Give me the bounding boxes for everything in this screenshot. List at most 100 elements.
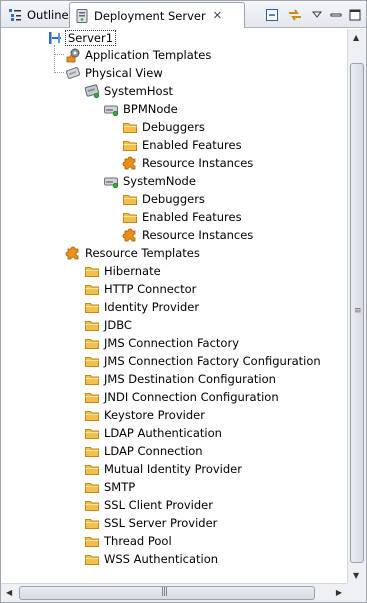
tree-item-resource-template[interactable]: JMS Connection Factory Configuration (84, 352, 321, 370)
tree-item-resource-template[interactable]: LDAP Connection (84, 442, 203, 460)
tree-item-label: Hibernate (104, 264, 161, 278)
tree-item-label: Debuggers (142, 192, 205, 206)
tree-item-resource-template[interactable]: Mutual Identity Provider (84, 460, 242, 478)
node-icon (103, 101, 119, 117)
tree-connector (54, 45, 64, 73)
tree-item-label: Identity Provider (104, 300, 200, 314)
tree-item-label: Resource Templates (85, 246, 200, 260)
tree-item-resource-templates[interactable]: Resource Templates (65, 244, 200, 262)
tree-item-label: SSL Server Provider (104, 516, 218, 530)
tree-item-resource-template[interactable]: Keystore Provider (84, 406, 205, 424)
folder-icon (84, 461, 100, 477)
puzzle-icon (65, 245, 81, 261)
horizontal-scrollbar[interactable]: ◀ ||| ▶ (1, 583, 347, 602)
tree-item-bpmnode-resource-instances[interactable]: Resource Instances (122, 154, 253, 172)
tree-item-resource-template[interactable]: SMTP (84, 478, 135, 496)
folder-icon (122, 119, 138, 135)
folder-icon (84, 443, 100, 459)
tab-deployment-server[interactable]: Deployment Server ✕ (69, 2, 245, 28)
scroll-up-icon[interactable]: ▲ (353, 33, 359, 42)
tree-item-resource-template[interactable]: LDAP Authentication (84, 424, 222, 442)
physical-view-icon (65, 65, 81, 81)
deployment-tree: Server1 Application Templates Physical V… (1, 29, 347, 584)
folder-icon (84, 281, 100, 297)
puzzle-icon (122, 155, 138, 171)
tree-item-label: JMS Connection Factory (104, 336, 240, 350)
minimize-icon[interactable] (327, 6, 345, 24)
tree-item-label: Debuggers (142, 120, 205, 134)
tree-item-label: Enabled Features (142, 210, 242, 224)
folder-icon (84, 425, 100, 441)
folder-icon (84, 263, 100, 279)
vertical-scroll-thumb[interactable]: ≡ (350, 63, 364, 563)
outline-icon (9, 9, 21, 21)
tree-item-bpmnode-enabled-features[interactable]: Enabled Features (122, 136, 242, 154)
tree-item-label: Application Templates (85, 48, 212, 62)
scroll-down-icon[interactable]: ▼ (353, 571, 359, 580)
maximize-icon[interactable] (346, 6, 364, 24)
folder-icon (122, 137, 138, 153)
folder-icon (122, 191, 138, 207)
tree-item-application-templates[interactable]: Application Templates (65, 46, 211, 64)
tree-item-systemnode[interactable]: SystemNode (103, 172, 196, 190)
tree-item-systemnode-enabled-features[interactable]: Enabled Features (122, 208, 242, 226)
folder-icon (122, 209, 138, 225)
tree-item-systemnode-resource-instances[interactable]: Resource Instances (122, 226, 253, 244)
scroll-left-icon[interactable]: ◀ (6, 588, 12, 597)
tree-item-resource-template[interactable]: HTTP Connector (84, 280, 196, 298)
deployment-server-icon (76, 8, 88, 23)
vertical-scrollbar[interactable]: ▲ ≡ ▼ (347, 29, 366, 584)
grip-icon: ≡ (354, 306, 361, 316)
collapse-all-icon[interactable] (263, 6, 281, 24)
folder-icon (84, 407, 100, 423)
tree-item-systemhost[interactable]: SystemHost (84, 82, 173, 100)
tree-item-resource-template[interactable]: SSL Client Provider (84, 496, 213, 514)
tree-item-bpmnode-debuggers[interactable]: Debuggers (122, 118, 205, 136)
scroll-right-icon[interactable]: ▶ (336, 588, 342, 597)
tree-item-resource-template[interactable]: JNDI Connection Configuration (84, 388, 279, 406)
tree-item-label: Enabled Features (142, 138, 242, 152)
tree-item-label: Thread Pool (104, 534, 172, 548)
tree-item-label: SSL Client Provider (104, 498, 213, 512)
tree-item-resource-template[interactable]: Thread Pool (84, 532, 172, 550)
view-tab-bar: Outline Deployment Server ✕ (1, 1, 366, 28)
tree-item-systemnode-debuggers[interactable]: Debuggers (122, 190, 205, 208)
folder-icon (84, 551, 100, 567)
tree-item-resource-template[interactable]: JMS Connection Factory (84, 334, 239, 352)
tree-item-label: WSS Authentication (104, 552, 219, 566)
folder-icon (84, 335, 100, 351)
tree-item-label: JMS Destination Configuration (104, 372, 276, 386)
deployment-server-view: Outline Deployment Server ✕ Server1 Appl… (0, 0, 367, 603)
folder-icon (84, 389, 100, 405)
tree-item-physical-view[interactable]: Physical View (65, 64, 163, 82)
tree-item-resource-template[interactable]: Hibernate (84, 262, 161, 280)
tree-item-resource-template[interactable]: JMS Destination Configuration (84, 370, 276, 388)
folder-icon (84, 497, 100, 513)
tree-item-label: Mutual Identity Provider (104, 462, 242, 476)
tree-item-label: Resource Instances (142, 228, 254, 242)
close-icon[interactable]: ✕ (213, 9, 222, 22)
tree-item-label: BPMNode (123, 102, 178, 116)
folder-icon (84, 317, 100, 333)
folder-icon (84, 353, 100, 369)
tree-item-resource-template[interactable]: WSS Authentication (84, 550, 218, 568)
tree-item-resource-template[interactable]: JDBC (84, 316, 132, 334)
tree-item-resource-template[interactable]: SSL Server Provider (84, 514, 217, 532)
scroll-corner (347, 583, 366, 602)
tree-item-server1[interactable]: Server1 (47, 29, 117, 47)
tree-item-label: Keystore Provider (104, 408, 205, 422)
puzzle-icon (122, 227, 138, 243)
tab-outline[interactable]: Outline (3, 3, 69, 27)
tree-item-label: SMTP (104, 480, 136, 494)
link-with-editor-icon[interactable] (286, 6, 304, 24)
view-menu-icon[interactable] (308, 6, 326, 24)
node-icon (103, 173, 119, 189)
folder-icon (84, 515, 100, 531)
tree-item-bpmnode[interactable]: BPMNode (103, 100, 178, 118)
server-icon (47, 30, 63, 46)
folder-icon (84, 533, 100, 549)
tree-item-resource-template[interactable]: Identity Provider (84, 298, 199, 316)
horizontal-scroll-thumb[interactable]: ||| (19, 586, 315, 600)
folder-icon (84, 299, 100, 315)
tree-item-label: SystemHost (104, 84, 174, 98)
